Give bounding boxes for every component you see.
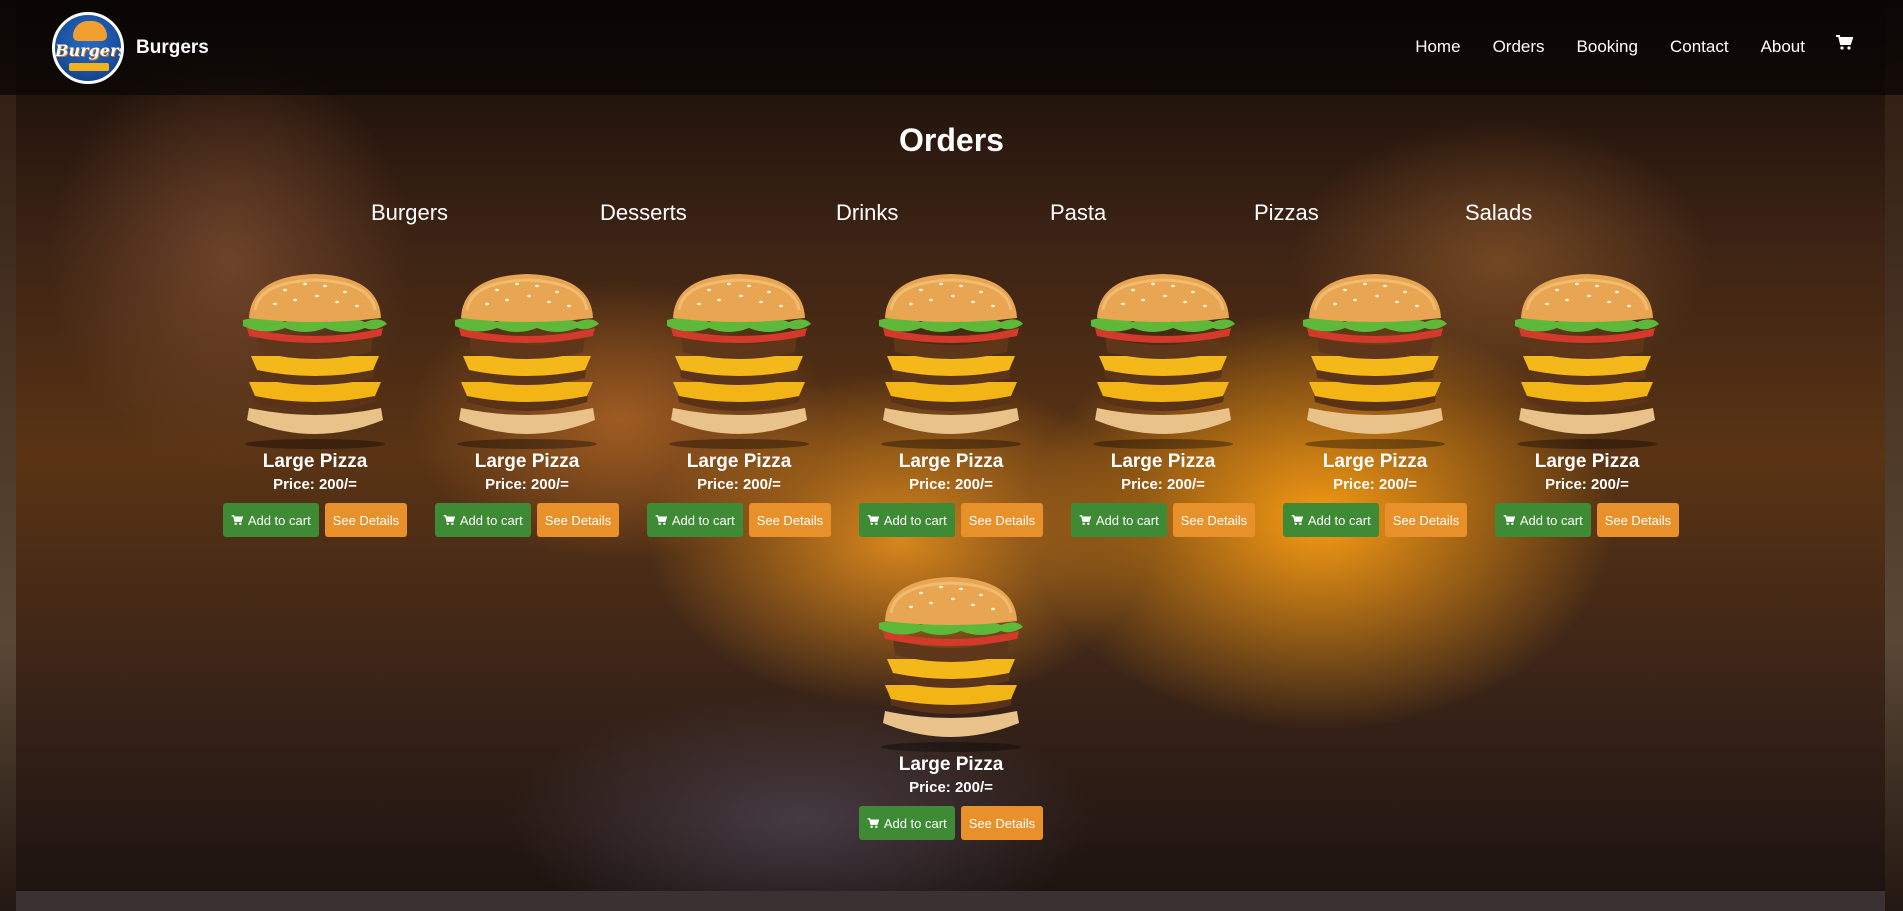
product-name: Large Pizza bbox=[1322, 451, 1428, 472]
product-card: Large Pizza Price: 200/= Add to cart See… bbox=[644, 270, 834, 537]
add-to-cart-button[interactable]: Add to cart bbox=[1282, 503, 1379, 537]
product-actions: Add to cart See Details bbox=[220, 503, 410, 537]
product-actions: Add to cart See Details bbox=[644, 503, 834, 537]
product-name: Large Pizza bbox=[262, 451, 368, 472]
product-card: Large Pizza Price: 200/= Add to cart See… bbox=[432, 270, 622, 537]
product-actions: Add to cart See Details bbox=[432, 503, 622, 537]
product-card: Large Pizza Price: 200/= Add to cart See… bbox=[220, 270, 410, 537]
footer-strip bbox=[16, 891, 1885, 911]
cart-icon bbox=[1503, 514, 1515, 526]
product-image bbox=[649, 270, 829, 450]
product-card: Large Pizza Price: 200/= Add to cart See… bbox=[856, 573, 1046, 840]
cart-icon bbox=[1291, 514, 1303, 526]
product-name: Large Pizza bbox=[1534, 451, 1640, 472]
site-header: Burgers Burgers Home Orders Booking Cont… bbox=[0, 0, 1903, 95]
add-to-cart-label: Add to cart bbox=[671, 512, 735, 528]
add-to-cart-button[interactable]: Add to cart bbox=[858, 806, 955, 840]
product-image bbox=[861, 573, 1041, 753]
product-image bbox=[1497, 270, 1677, 450]
see-details-button[interactable]: See Details bbox=[536, 503, 620, 537]
product-name: Large Pizza bbox=[898, 451, 1004, 472]
product-card: Large Pizza Price: 200/= Add to cart See… bbox=[1492, 270, 1682, 537]
add-to-cart-button[interactable]: Add to cart bbox=[858, 503, 955, 537]
add-to-cart-label: Add to cart bbox=[1519, 512, 1583, 528]
add-to-cart-label: Add to cart bbox=[883, 815, 947, 831]
product-price: Price: 200/= bbox=[1545, 476, 1629, 493]
see-details-button[interactable]: See Details bbox=[748, 503, 832, 537]
logo-ribbon bbox=[69, 63, 109, 71]
product-actions: Add to cart See Details bbox=[1492, 503, 1682, 537]
product-image bbox=[1073, 270, 1253, 450]
add-to-cart-button[interactable]: Add to cart bbox=[222, 503, 319, 537]
cart-icon bbox=[1079, 514, 1091, 526]
cart-icon bbox=[231, 514, 243, 526]
product-image bbox=[437, 270, 617, 450]
product-actions: Add to cart See Details bbox=[1280, 503, 1470, 537]
see-details-button[interactable]: See Details bbox=[960, 503, 1044, 537]
nav-contact[interactable]: Contact bbox=[1670, 37, 1729, 57]
cart-icon bbox=[867, 817, 879, 829]
logo-text: Burgers bbox=[55, 41, 124, 60]
product-price: Price: 200/= bbox=[1333, 476, 1417, 493]
product-price: Price: 200/= bbox=[485, 476, 569, 493]
product-price: Price: 200/= bbox=[909, 476, 993, 493]
add-to-cart-label: Add to cart bbox=[247, 512, 311, 528]
product-name: Large Pizza bbox=[898, 754, 1004, 775]
product-actions: Add to cart See Details bbox=[1068, 503, 1258, 537]
product-price: Price: 200/= bbox=[909, 779, 993, 796]
add-to-cart-button[interactable]: Add to cart bbox=[1070, 503, 1167, 537]
product-image bbox=[225, 270, 405, 450]
product-card: Large Pizza Price: 200/= Add to cart See… bbox=[1280, 270, 1470, 537]
brand-name[interactable]: Burgers bbox=[136, 37, 209, 59]
main-nav: Home Orders Booking Contact About bbox=[1383, 35, 1854, 57]
add-to-cart-button[interactable]: Add to cart bbox=[434, 503, 531, 537]
nav-home[interactable]: Home bbox=[1415, 37, 1460, 57]
product-name: Large Pizza bbox=[1110, 451, 1216, 472]
burger-icon bbox=[73, 21, 107, 41]
cart-icon bbox=[867, 514, 879, 526]
see-details-button[interactable]: See Details bbox=[1596, 503, 1680, 537]
category-tabs: Burgers Desserts Drinks Pasta Pizzas Sal… bbox=[0, 200, 1903, 230]
tab-drinks[interactable]: Drinks bbox=[836, 200, 898, 226]
see-details-button[interactable]: See Details bbox=[1172, 503, 1256, 537]
product-image bbox=[861, 270, 1041, 450]
see-details-button[interactable]: See Details bbox=[324, 503, 408, 537]
add-to-cart-button[interactable]: Add to cart bbox=[1494, 503, 1591, 537]
add-to-cart-label: Add to cart bbox=[459, 512, 523, 528]
add-to-cart-label: Add to cart bbox=[1307, 512, 1371, 528]
page-title: Orders bbox=[899, 122, 1004, 158]
product-image bbox=[1285, 270, 1465, 450]
cart-icon bbox=[655, 514, 667, 526]
nav-about[interactable]: About bbox=[1761, 37, 1805, 57]
see-details-button[interactable]: See Details bbox=[960, 806, 1044, 840]
product-actions: Add to cart See Details bbox=[856, 503, 1046, 537]
see-details-button[interactable]: See Details bbox=[1384, 503, 1468, 537]
product-price: Price: 200/= bbox=[1121, 476, 1205, 493]
product-actions: Add to cart See Details bbox=[856, 806, 1046, 840]
cart-icon bbox=[443, 514, 455, 526]
add-to-cart-button[interactable]: Add to cart bbox=[646, 503, 743, 537]
add-to-cart-label: Add to cart bbox=[1095, 512, 1159, 528]
tab-desserts[interactable]: Desserts bbox=[600, 200, 687, 226]
product-price: Price: 200/= bbox=[697, 476, 781, 493]
tab-pizzas[interactable]: Pizzas bbox=[1254, 200, 1319, 226]
nav-booking[interactable]: Booking bbox=[1577, 37, 1638, 57]
brand[interactable]: Burgers Burgers bbox=[52, 12, 209, 84]
product-card: Large Pizza Price: 200/= Add to cart See… bbox=[856, 270, 1046, 537]
product-name: Large Pizza bbox=[686, 451, 792, 472]
product-name: Large Pizza bbox=[474, 451, 580, 472]
product-price: Price: 200/= bbox=[273, 476, 357, 493]
tab-pasta[interactable]: Pasta bbox=[1050, 200, 1106, 226]
tab-burgers[interactable]: Burgers bbox=[371, 200, 448, 226]
add-to-cart-label: Add to cart bbox=[883, 512, 947, 528]
nav-orders[interactable]: Orders bbox=[1493, 37, 1545, 57]
logo[interactable]: Burgers bbox=[52, 12, 124, 84]
cart-icon[interactable] bbox=[1835, 35, 1854, 51]
product-card: Large Pizza Price: 200/= Add to cart See… bbox=[1068, 270, 1258, 537]
tab-salads[interactable]: Salads bbox=[1465, 200, 1532, 226]
